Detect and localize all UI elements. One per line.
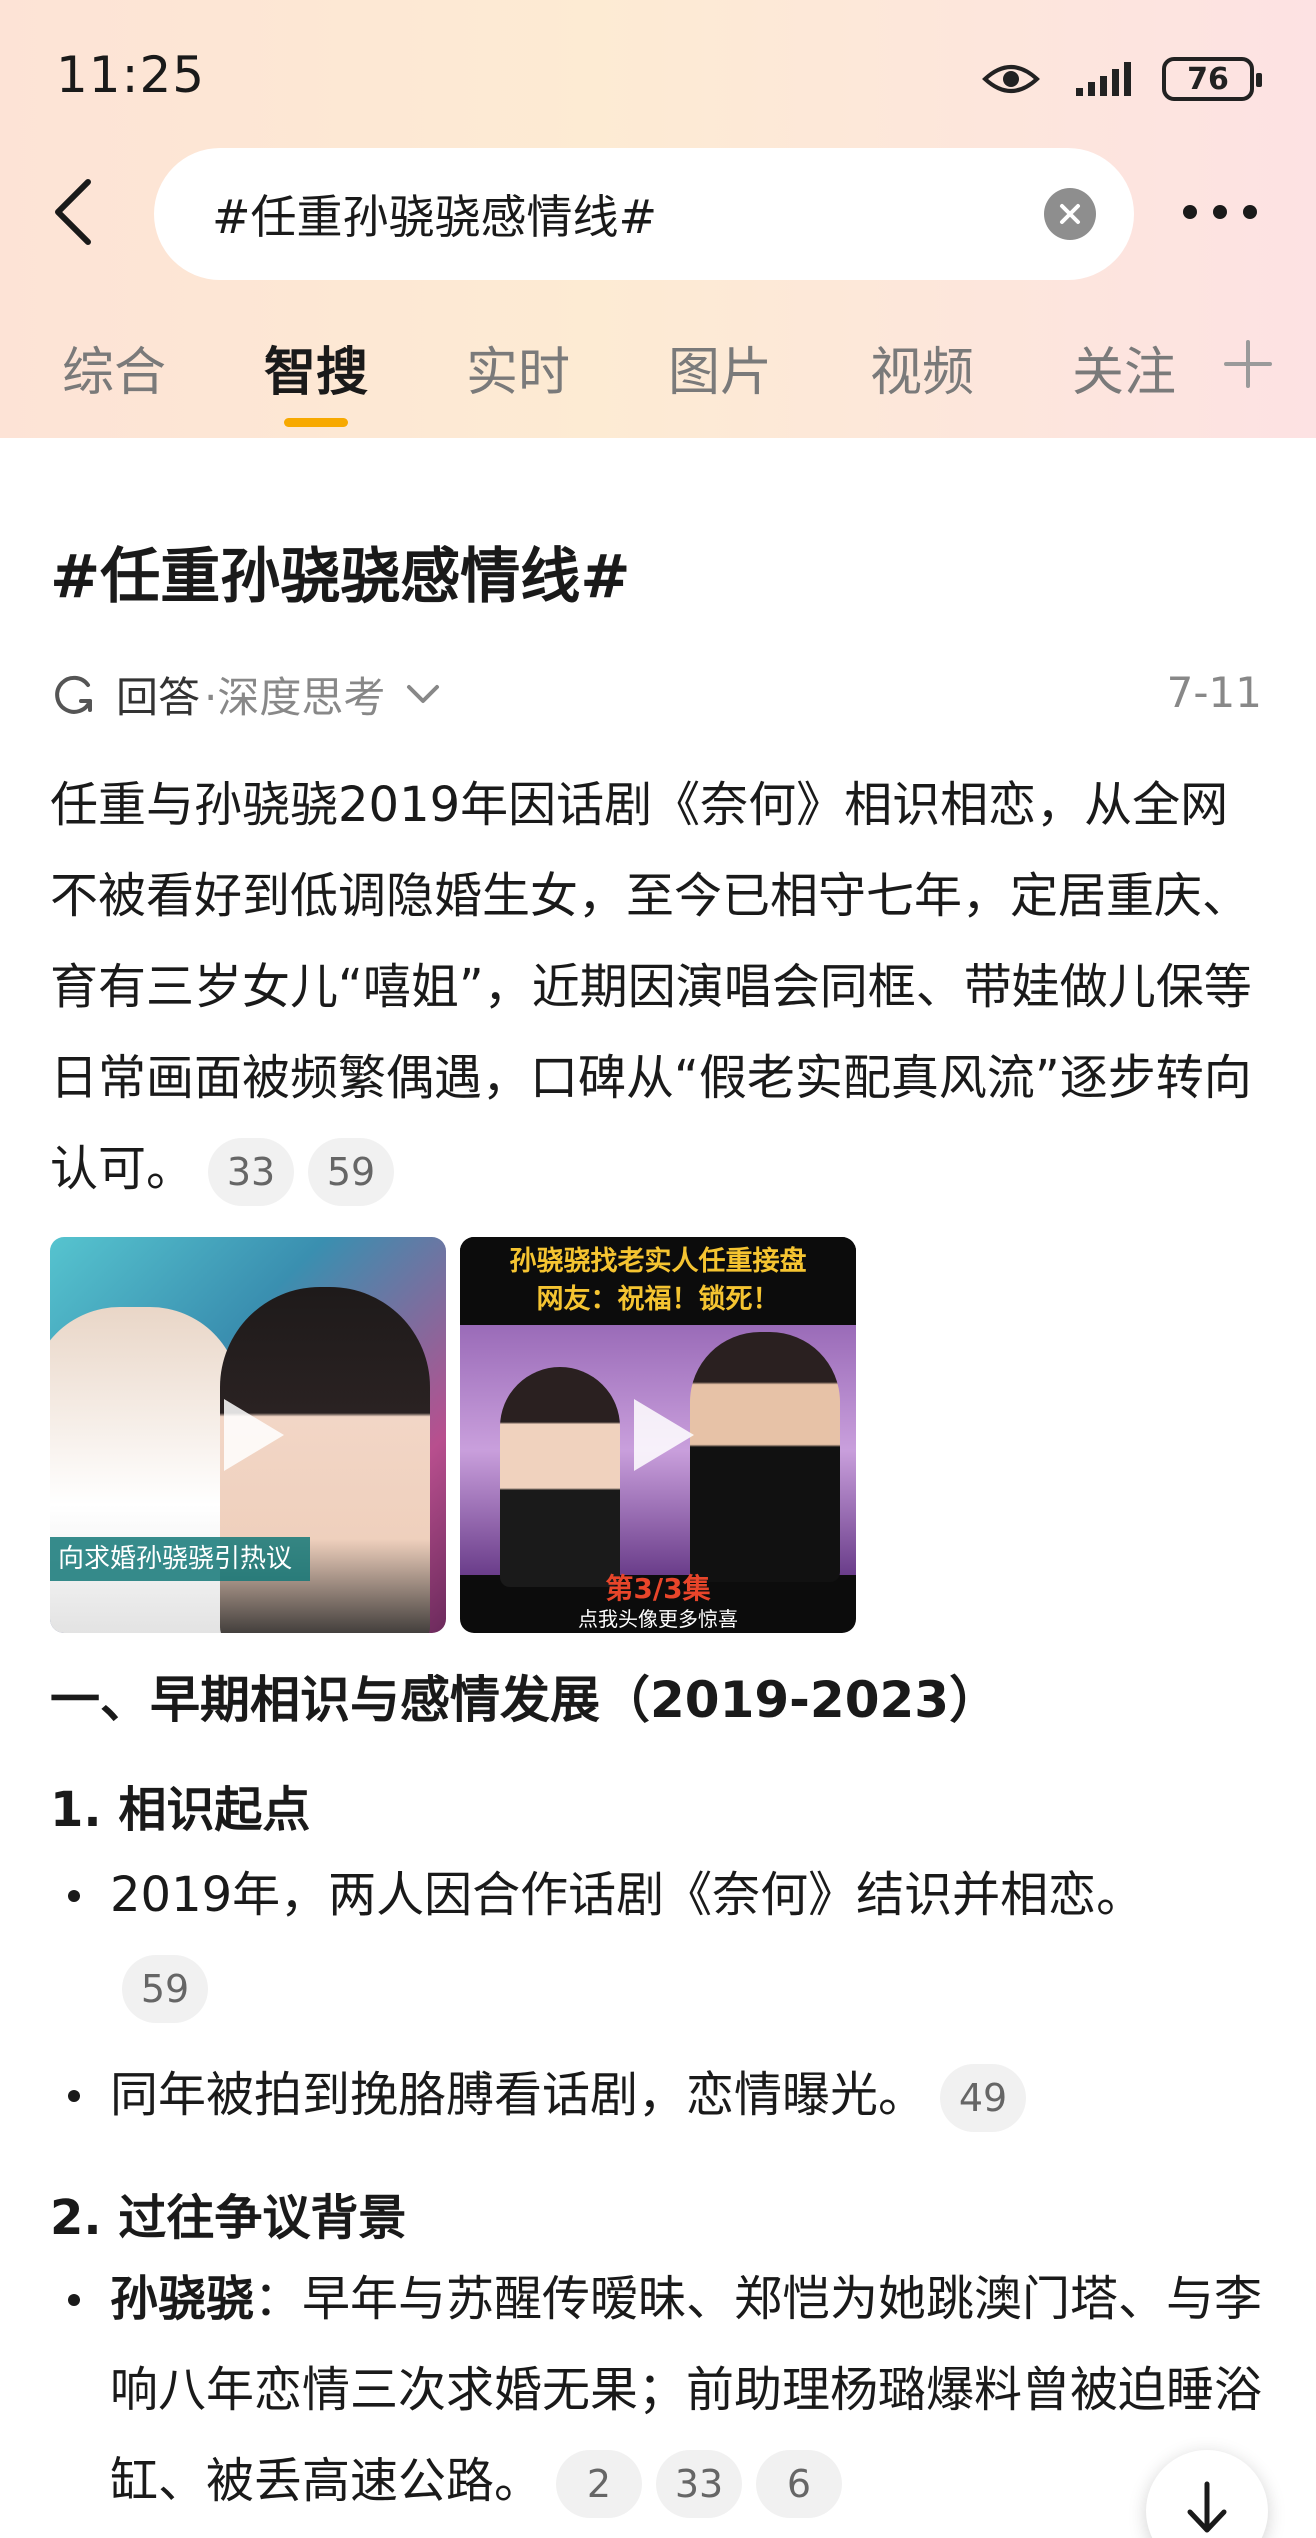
tab-following[interactable]: 关注 bbox=[1072, 330, 1176, 405]
video-figure bbox=[50, 1307, 240, 1633]
arrow-down-icon bbox=[1187, 2481, 1227, 2533]
tab-smart-search[interactable]: 智搜 bbox=[264, 330, 368, 405]
answer-mode-selector[interactable]: 回答 ·深度思考 bbox=[50, 664, 443, 724]
reference-badge[interactable]: 6 bbox=[756, 2450, 843, 2518]
subsection-heading: 1. 相识起点 bbox=[50, 1782, 311, 1838]
reference-badge[interactable]: 2 bbox=[556, 2450, 643, 2518]
list-item: 孙骁骁：早年与苏醒传暧昧、郑恺为她跳澳门塔、与李响八年恋情三次求婚无果；前助理杨… bbox=[68, 2254, 1280, 2527]
video-figure bbox=[500, 1367, 620, 1587]
search-input[interactable]: #任重孙骁骁感情线# bbox=[154, 148, 1134, 280]
tab-videos[interactable]: 视频 bbox=[870, 330, 974, 405]
tab-realtime[interactable]: 实时 bbox=[466, 330, 570, 405]
search-query: #任重孙骁骁感情线# bbox=[212, 190, 658, 244]
play-icon bbox=[224, 1399, 284, 1471]
list-item: 同年被拍到挽胳膊看话剧，恋情曝光。 49 bbox=[68, 2050, 1280, 2141]
status-icons: 76 bbox=[982, 54, 1262, 104]
page-title: #任重孙骁骁感情线# bbox=[50, 542, 631, 612]
section-heading: 一、早期相识与感情发展（2019-2023） bbox=[50, 1671, 1000, 1729]
video-top-line: 网友：祝福！锁死！ bbox=[536, 1284, 780, 1315]
reference-badge[interactable]: 59 bbox=[122, 1955, 208, 2023]
clear-icon[interactable] bbox=[1044, 188, 1096, 240]
subsection-heading: 2. 过往争议背景 bbox=[50, 2190, 407, 2246]
chevron-down-icon bbox=[407, 685, 440, 703]
summary-text: 任重与孙骁骁2019年因话剧《奈何》相识相恋，从全网不被看好到低调隐婚生女，至今… bbox=[50, 777, 1252, 1197]
list-item-text: 2019年，两人因合作话剧《奈何》结识并相恋。 bbox=[110, 1867, 1145, 1923]
list-item-lead: 孙骁骁 bbox=[110, 2271, 255, 2327]
video-episode-label: 第3/3集 bbox=[605, 1572, 711, 1605]
battery-indicator: 76 bbox=[1162, 57, 1262, 101]
answer-mode: ·深度思考 bbox=[204, 672, 386, 722]
signal-icon bbox=[1076, 62, 1131, 96]
eye-icon bbox=[982, 65, 1040, 93]
video-top-caption: 孙骁骁找老实人任重接盘 网友：祝福！锁死！ bbox=[460, 1237, 856, 1325]
play-icon bbox=[634, 1399, 694, 1471]
reference-badge[interactable]: 49 bbox=[940, 2064, 1027, 2132]
list-item: 2019年，两人因合作话剧《奈何》结识并相恋。 59 bbox=[68, 1850, 1280, 2032]
tab-general[interactable]: 综合 bbox=[62, 330, 166, 405]
active-tab-indicator bbox=[284, 418, 348, 427]
status-time: 11:25 bbox=[56, 46, 206, 104]
reference-badge[interactable]: 59 bbox=[308, 1138, 395, 1206]
video-footer-caption: 点我头像更多惊喜 bbox=[578, 1607, 738, 1631]
back-arrow-icon[interactable] bbox=[48, 176, 100, 248]
answer-date: 7-11 bbox=[1166, 668, 1262, 717]
reference-badge[interactable]: 33 bbox=[656, 2450, 743, 2518]
more-icon[interactable] bbox=[1180, 196, 1260, 228]
refresh-icon bbox=[55, 675, 92, 714]
video-figure bbox=[690, 1332, 840, 1582]
summary-paragraph: 任重与孙骁骁2019年因话剧《奈何》相识相恋，从全网不被看好到低调隐婚生女，至今… bbox=[50, 760, 1270, 1215]
answer-label: 回答 bbox=[116, 672, 201, 722]
reference-badge[interactable]: 33 bbox=[208, 1138, 295, 1206]
video-thumbnail[interactable]: 孙骁骁找老实人任重接盘 网友：祝福！锁死！ 第3/3集 点我头像更多惊喜 bbox=[460, 1237, 856, 1633]
video-top-line: 孙骁骁找老实人任重接盘 bbox=[509, 1246, 807, 1277]
add-tab-icon[interactable] bbox=[1222, 338, 1274, 390]
video-caption: 向求婚孙骁骁引热议 bbox=[50, 1537, 310, 1581]
tab-images[interactable]: 图片 bbox=[668, 330, 772, 405]
list-item-text: 同年被拍到挽胳膊看话剧，恋情曝光。 bbox=[110, 2067, 927, 2123]
tab-bar: 综合 智搜 实时 图片 视频 关注 bbox=[0, 330, 1316, 430]
video-thumbnail[interactable]: 向求婚孙骁骁引热议 bbox=[50, 1237, 446, 1633]
